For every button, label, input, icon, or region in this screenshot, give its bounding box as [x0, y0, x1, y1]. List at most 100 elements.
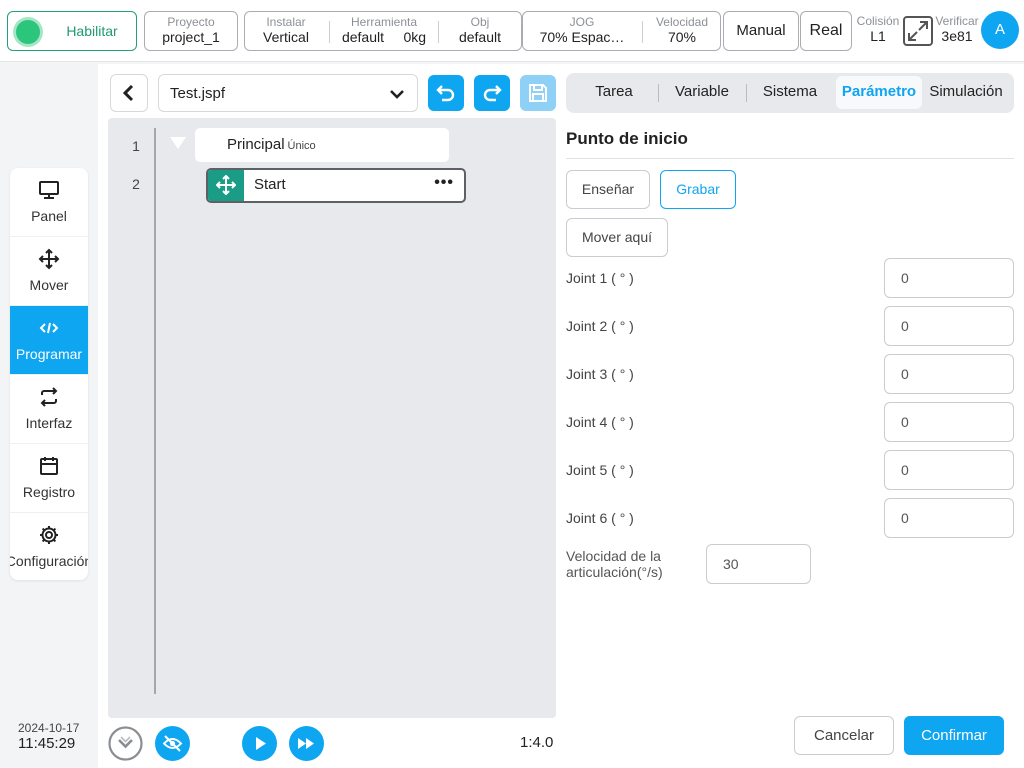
collision-label: Colisión: [856, 14, 900, 28]
nav-item-label: Panel: [31, 208, 67, 224]
tab-variable[interactable]: Variable: [664, 73, 740, 113]
nav-item-label: Mover: [29, 277, 69, 293]
speed-cell[interactable]: Velocidad 70%: [643, 12, 721, 50]
joint-1-label: Joint 1 ( ° ): [566, 270, 634, 286]
tab-divider: [658, 84, 659, 102]
move-icon: [216, 175, 236, 195]
joint-3-input[interactable]: 0: [884, 354, 1014, 394]
teach-button[interactable]: Enseñar: [566, 170, 650, 209]
swap-icon: [40, 387, 58, 407]
verify-code: Verificar 3e81: [934, 14, 980, 45]
joint-1-input[interactable]: 0: [884, 258, 1014, 298]
nav-item-label: Configuración: [10, 553, 88, 569]
tool-name: default: [341, 29, 384, 45]
joint-4-label: Joint 4 ( ° ): [566, 414, 634, 430]
joint-6-input[interactable]: 0: [884, 498, 1014, 538]
joint-4-input[interactable]: 0: [884, 402, 1014, 442]
enabled-status-icon: [16, 20, 40, 44]
obj-label: Obj: [470, 15, 490, 29]
jog-label: JOG: [569, 15, 595, 29]
speed-label: Velocidad: [655, 15, 709, 29]
program-tree: [108, 118, 556, 718]
install-value: Vertical: [263, 29, 309, 45]
nav-item-panel[interactable]: Panel: [10, 168, 88, 237]
tool-weight: 0kg: [403, 29, 427, 45]
jog-value: 70% Espac…: [539, 29, 625, 45]
undo-icon: [436, 85, 455, 102]
project-selector[interactable]: Proyecto project_1: [144, 11, 238, 51]
tab-parameter[interactable]: Parámetro: [836, 73, 922, 113]
node-subtitle: Único: [287, 140, 316, 152]
confirm-button[interactable]: Confirmar: [904, 716, 1004, 755]
joint-3-label: Joint 3 ( ° ): [566, 366, 634, 382]
install-cell[interactable]: Instalar Vertical: [245, 12, 327, 50]
nav-item-label: Registro: [22, 484, 76, 500]
joint-5-input[interactable]: 0: [884, 450, 1014, 490]
redo-icon: [483, 85, 502, 102]
tab-task[interactable]: Tarea: [574, 73, 654, 113]
nav-item-settings[interactable]: Configuración: [10, 513, 88, 580]
code-icon: [39, 322, 59, 334]
project-label: Proyecto: [167, 15, 215, 29]
step-forward-button[interactable]: [289, 726, 324, 761]
avatar[interactable]: A: [981, 11, 1019, 49]
cancel-button[interactable]: Cancelar: [794, 716, 894, 755]
file-name: Test.jspf: [170, 85, 226, 102]
clock-date: 2024-10-17: [18, 721, 80, 735]
tab-system[interactable]: Sistema: [752, 73, 828, 113]
line-number: 2: [132, 176, 140, 192]
expand-icon[interactable]: [902, 15, 934, 47]
save-button[interactable]: [520, 75, 556, 111]
joint-speed-input[interactable]: 30: [706, 544, 811, 584]
tab-divider: [746, 84, 747, 102]
nav-item-log[interactable]: Registro: [10, 444, 88, 513]
tab-simulation[interactable]: Simulación: [924, 73, 1008, 113]
nav-item-program[interactable]: Programar: [10, 306, 88, 375]
line-number: 1: [132, 138, 140, 154]
clock-time: 11:45:29: [18, 735, 76, 752]
back-button[interactable]: [110, 74, 148, 112]
nav-item-move[interactable]: Mover: [10, 237, 88, 306]
tool-value: default 0kg: [331, 29, 437, 46]
play-button[interactable]: [242, 726, 277, 761]
record-button[interactable]: Grabar: [660, 170, 736, 209]
collapse-icon[interactable]: [170, 137, 186, 149]
calendar-icon: [40, 457, 58, 475]
joint-5-label: Joint 5 ( ° ): [566, 462, 634, 478]
move-here-button[interactable]: Mover aquí: [566, 218, 668, 257]
nav-item-interface[interactable]: Interfaz: [10, 375, 88, 444]
redo-button[interactable]: [474, 75, 510, 111]
verify-label: Verificar: [935, 14, 979, 28]
divider: [329, 21, 330, 43]
install-tool-obj-group[interactable]: Instalar Vertical Herramienta default 0k…: [244, 11, 522, 51]
save-icon: [529, 84, 547, 102]
speed-value: 70%: [667, 29, 697, 45]
jog-cell[interactable]: JOG 70% Espac…: [523, 12, 641, 50]
manual-mode-button[interactable]: Manual: [723, 11, 799, 51]
real-mode-button[interactable]: Real: [800, 11, 852, 51]
tree-node-principal[interactable]: Principal Único: [195, 128, 449, 162]
chevron-left-icon: [122, 84, 134, 102]
enable-label: Habilitar: [66, 23, 118, 39]
file-select[interactable]: Test.jspf: [158, 74, 418, 112]
tool-label: Herramienta: [350, 15, 418, 29]
jog-speed-group[interactable]: JOG 70% Espac… Velocidad 70%: [522, 11, 721, 51]
step-down-button[interactable]: [108, 726, 143, 761]
obj-cell[interactable]: Obj default: [439, 12, 521, 50]
move-icon: [38, 248, 60, 270]
node-title: Start: [254, 176, 286, 193]
play-icon: [242, 726, 277, 761]
joint-2-input[interactable]: 0: [884, 306, 1014, 346]
undo-button[interactable]: [428, 75, 464, 111]
drag-handle[interactable]: [208, 170, 244, 201]
collision-level[interactable]: Colisión L1: [855, 14, 901, 45]
tool-cell[interactable]: Herramienta default 0kg: [331, 12, 437, 50]
node-title: Principal Único: [227, 136, 316, 153]
tree-node-start[interactable]: Start •••: [206, 168, 466, 203]
more-icon[interactable]: •••: [434, 174, 454, 192]
enable-button[interactable]: Habilitar: [7, 11, 137, 51]
install-label: Instalar: [266, 15, 306, 29]
top-bar: Habilitar Proyecto project_1 Instalar Ve…: [0, 0, 1024, 62]
nav-item-label: Interfaz: [25, 415, 73, 431]
breakpoint-toggle-button[interactable]: [155, 726, 190, 761]
